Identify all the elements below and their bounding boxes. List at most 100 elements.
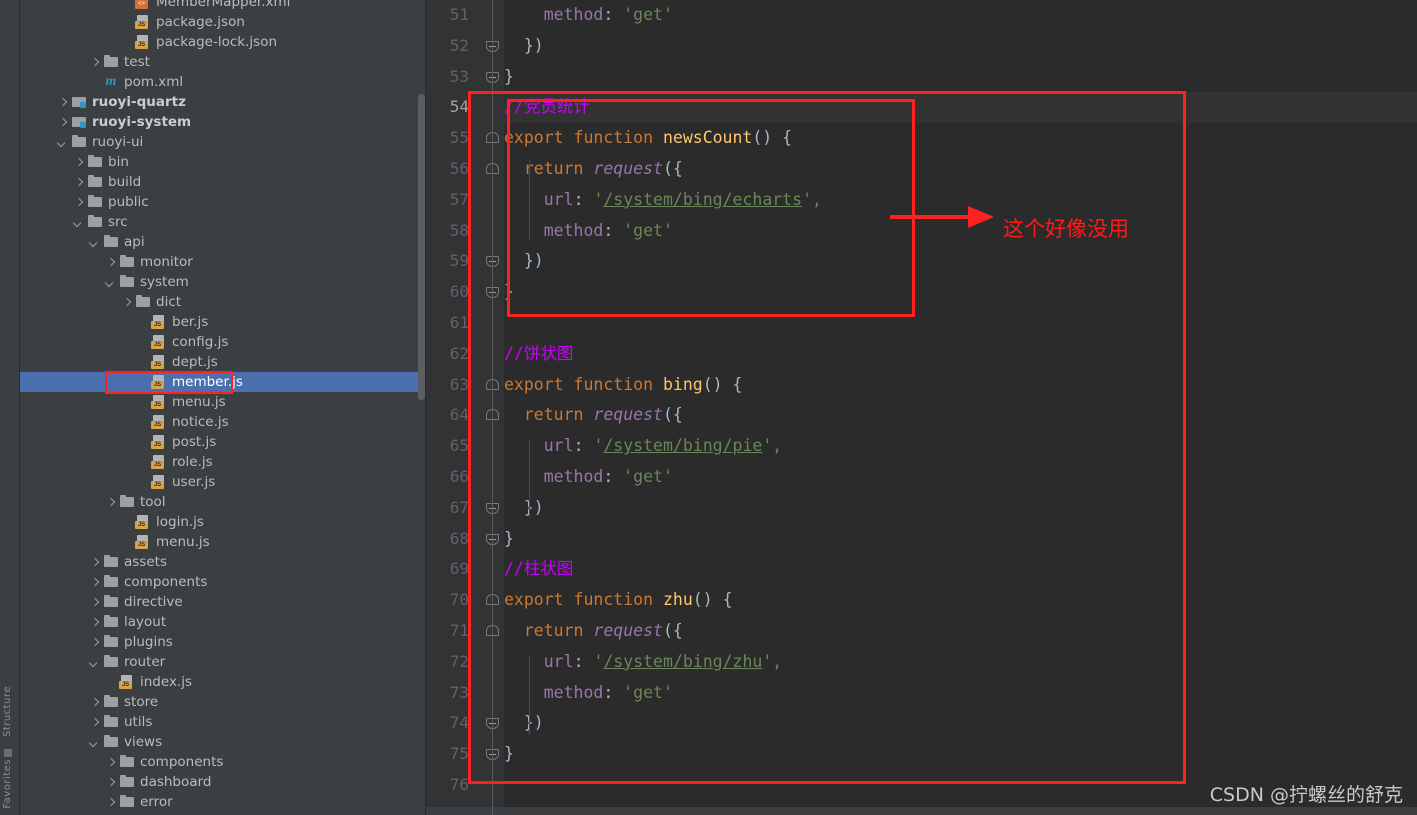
fold-open-icon[interactable] xyxy=(486,378,501,394)
editor-line[interactable]: 75} xyxy=(426,739,1417,770)
chevron-right-icon[interactable] xyxy=(88,636,101,649)
chevron-right-icon[interactable] xyxy=(88,56,101,69)
tree-item-member-js[interactable]: member.js xyxy=(20,372,426,392)
fold-open-icon[interactable] xyxy=(486,624,501,640)
chevron-right-icon[interactable] xyxy=(104,796,117,809)
chevron-down-icon[interactable] xyxy=(104,276,117,289)
chevron-right-icon[interactable] xyxy=(88,596,101,609)
tree-item-ruoyi-quartz[interactable]: ruoyi-quartz xyxy=(20,92,426,112)
tree-item-package-lock-json[interactable]: package-lock.json xyxy=(20,32,426,52)
tree-item-user-js[interactable]: user.js xyxy=(20,472,426,492)
tree-item-components[interactable]: components xyxy=(20,752,426,772)
tree-item-dept-js[interactable]: dept.js xyxy=(20,352,426,372)
chevron-right-icon[interactable] xyxy=(104,256,117,269)
chevron-right-icon[interactable] xyxy=(56,96,69,109)
tree-item-components[interactable]: components xyxy=(20,572,426,592)
chevron-down-icon[interactable] xyxy=(72,216,85,229)
fold-close-icon[interactable] xyxy=(486,287,501,302)
editor-line[interactable]: 54 //党员统计 xyxy=(426,92,1417,124)
tree-item-monitor[interactable]: monitor xyxy=(20,252,426,272)
project-tree-scrollbar[interactable] xyxy=(418,94,425,400)
editor-line[interactable]: 59 }) xyxy=(426,246,1417,277)
fold-open-icon[interactable] xyxy=(486,409,501,424)
tree-item-menu-js[interactable]: menu.js xyxy=(20,532,426,552)
fold-close-icon[interactable] xyxy=(486,718,501,733)
tree-item-config-js[interactable]: config.js xyxy=(20,332,426,352)
tree-item-router[interactable]: router xyxy=(20,652,426,672)
code-editor[interactable]: 51 method: 'get' 52 }) 53} 54//党员统计 55 export… xyxy=(426,0,1417,815)
editor-line[interactable]: 57 url: '/system/bing/echarts', xyxy=(426,185,1417,216)
editor-line[interactable]: 56 return request({ xyxy=(426,154,1417,185)
tree-item-directive[interactable]: directive xyxy=(20,592,426,612)
fold-close-icon[interactable] xyxy=(486,749,501,764)
editor-line[interactable]: 55 export function newsCount() { xyxy=(426,123,1417,154)
editor-line[interactable]: 53} xyxy=(426,62,1417,93)
editor-line[interactable]: 60} xyxy=(426,277,1417,308)
chevron-right-icon[interactable] xyxy=(72,176,85,189)
editor-lines[interactable]: 51 method: 'get' 52 }) 53} 54//党员统计 55 export… xyxy=(426,0,1417,801)
tree-item-package-json[interactable]: package.json xyxy=(20,12,426,32)
tree-item-public[interactable]: public xyxy=(20,192,426,212)
editor-line[interactable]: 71 return request({ xyxy=(426,616,1417,647)
tree-item-dashboard[interactable]: dashboard xyxy=(20,772,426,792)
tree-item-menu-js[interactable]: menu.js xyxy=(20,392,426,412)
tree-item-bin[interactable]: bin xyxy=(20,152,426,172)
chevron-right-icon[interactable] xyxy=(104,756,117,769)
editor-line[interactable]: 51 method: 'get' xyxy=(426,0,1417,31)
chevron-right-icon[interactable] xyxy=(72,196,85,209)
chevron-right-icon[interactable] xyxy=(88,716,101,729)
tree-item-system[interactable]: system xyxy=(20,272,426,292)
tree-item-index-js[interactable]: index.js xyxy=(20,672,426,692)
tree-item-dict[interactable]: dict xyxy=(20,292,426,312)
chevron-right-icon[interactable] xyxy=(72,156,85,169)
tree-item-login-js[interactable]: login.js xyxy=(20,512,426,532)
tree-item-error[interactable]: error xyxy=(20,792,426,812)
chevron-right-icon[interactable] xyxy=(104,776,117,789)
tool-window-button-favorites[interactable]: Favorites xyxy=(2,759,13,809)
tree-item-store[interactable]: store xyxy=(20,692,426,712)
editor-line[interactable]: 69 //柱状图 xyxy=(426,554,1417,585)
tree-item-build[interactable]: build xyxy=(20,172,426,192)
tree-item-plugins[interactable]: plugins xyxy=(20,632,426,652)
chevron-down-icon[interactable] xyxy=(88,736,101,749)
editor-line[interactable]: 61 xyxy=(426,308,1417,339)
editor-line[interactable]: 63 export function bing() { xyxy=(426,370,1417,401)
fold-open-icon[interactable] xyxy=(486,594,501,609)
chevron-right-icon[interactable] xyxy=(88,616,101,629)
chevron-right-icon[interactable] xyxy=(88,576,101,589)
fold-open-icon[interactable] xyxy=(486,132,501,147)
chevron-down-icon[interactable] xyxy=(56,136,69,149)
chevron-right-icon[interactable] xyxy=(88,556,101,569)
fold-close-icon[interactable] xyxy=(486,71,501,87)
fold-close-icon[interactable] xyxy=(486,502,501,518)
tree-item-pom-xml[interactable]: pom.xml xyxy=(20,72,426,92)
editor-line[interactable]: 52 }) xyxy=(426,31,1417,62)
editor-line[interactable]: 68} xyxy=(426,524,1417,555)
editor-line[interactable]: 74 }) xyxy=(426,708,1417,739)
editor-line[interactable]: 64 return request({ xyxy=(426,400,1417,431)
tree-item-src[interactable]: src xyxy=(20,212,426,232)
tool-window-button-structure[interactable]: Structure xyxy=(2,686,13,737)
chevron-right-icon[interactable] xyxy=(104,496,117,509)
fold-open-icon[interactable] xyxy=(486,162,501,178)
chevron-right-icon[interactable] xyxy=(88,696,101,709)
editor-line[interactable]: 58 method: 'get' xyxy=(426,216,1417,247)
editor-line[interactable]: 73 method: 'get' xyxy=(426,678,1417,709)
project-tree-panel[interactable]: MemberMapper.xml package.json package-lock… xyxy=(20,0,426,815)
editor-line[interactable]: 62 //饼状图 xyxy=(426,339,1417,370)
chevron-down-icon[interactable] xyxy=(88,236,101,249)
chevron-down-icon[interactable] xyxy=(88,656,101,669)
tree-item-api[interactable]: api xyxy=(20,232,426,252)
tree-item-layout[interactable]: layout xyxy=(20,612,426,632)
chevron-right-icon[interactable] xyxy=(56,116,69,129)
tree-item-assets[interactable]: assets xyxy=(20,552,426,572)
editor-line[interactable]: 66 method: 'get' xyxy=(426,462,1417,493)
tree-item-role-js[interactable]: role.js xyxy=(20,452,426,472)
tree-item-post-js[interactable]: post.js xyxy=(20,432,426,452)
tree-item-ruoyi-system[interactable]: ruoyi-system xyxy=(20,112,426,132)
fold-close-icon[interactable] xyxy=(486,40,501,56)
tree-item-ber-js[interactable]: ber.js xyxy=(20,312,426,332)
tree-item-tool[interactable]: tool xyxy=(20,492,426,512)
tree-item-views[interactable]: views xyxy=(20,732,426,752)
chevron-right-icon[interactable] xyxy=(120,296,133,309)
